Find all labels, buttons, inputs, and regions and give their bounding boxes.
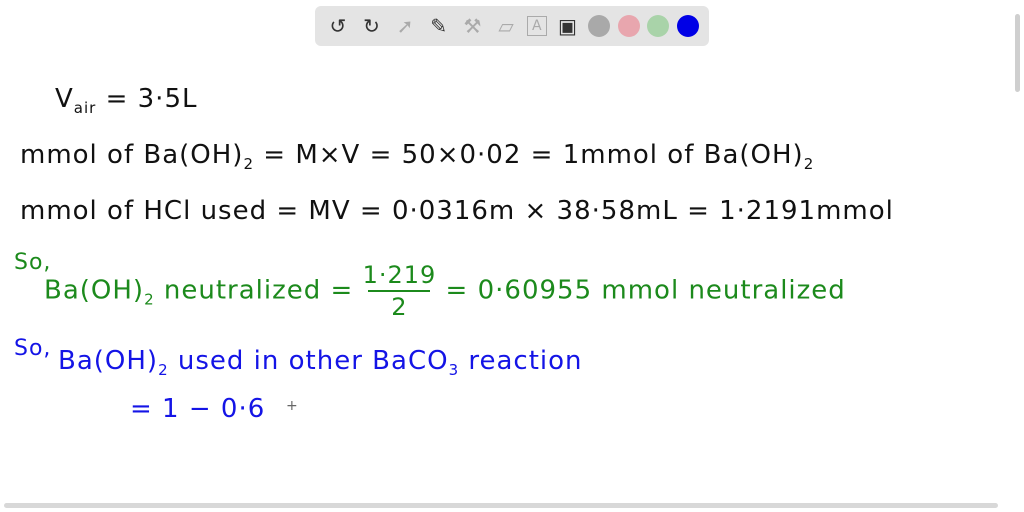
tools-icon[interactable]: ⚒ (459, 13, 485, 39)
text: = M×V = 50×0·02 = 1mmol of Ba(OH) (254, 140, 804, 170)
text: 2 (144, 290, 155, 309)
text: 2 (243, 155, 254, 174)
note-line-hcl-mmol: mmol of HCl used = MV = 0·0316m × 38·58m… (20, 196, 894, 226)
color-blue-button[interactable] (677, 15, 700, 37)
text: Ba(OH) (58, 346, 159, 376)
text: = 0·60955 mmol neutralized (436, 275, 846, 306)
numerator: 1·219 (362, 261, 437, 289)
text-box-icon[interactable]: A (526, 16, 547, 36)
note-line-baoh2-mmol: mmol of Ba(OH)2 = M×V = 50×0·02 = 1mmol … (20, 140, 814, 173)
text: 3 (448, 361, 460, 380)
note-so-blue: So, (14, 336, 52, 361)
crosshair-cursor-icon: + (286, 398, 299, 414)
vertical-scrollbar[interactable] (1015, 14, 1020, 92)
text: neutralized = (154, 275, 363, 306)
note-line-subtraction: = 1 − 0·6 (130, 394, 266, 424)
horizontal-scrollbar[interactable] (4, 503, 998, 508)
select-cursor-icon[interactable]: ➚ (392, 13, 418, 39)
text: Ba(OH) (44, 275, 145, 306)
pencil-icon[interactable]: ✎ (426, 13, 452, 39)
color-gray-button[interactable] (588, 15, 611, 37)
note-line-used: Ba(OH)2 used in other BaCO3 reaction (58, 346, 583, 379)
text: V (55, 84, 74, 114)
denominator: 2 (391, 293, 408, 321)
fraction: 1·219 2 (363, 260, 437, 322)
text: mmol of Ba(OH) (20, 140, 244, 170)
redo-icon[interactable]: ↻ (358, 13, 384, 39)
note-line-volume: Vair = 3·5L (55, 84, 197, 117)
text: reaction (459, 346, 583, 376)
image-icon[interactable]: ▣ (554, 13, 580, 39)
text: 2 (158, 361, 169, 380)
eraser-icon[interactable]: ▱ (493, 13, 519, 39)
color-pink-button[interactable] (617, 15, 640, 37)
text: = 3·5L (96, 84, 198, 114)
note-line-neutralized: Ba(OH)2 neutralized = 1·219 2 = 0·60955 m… (44, 260, 846, 322)
text: air (73, 99, 97, 118)
text: used in other BaCO (168, 346, 449, 376)
drawing-toolbar: ↺ ↻ ➚ ✎ ⚒ ▱ A ▣ (315, 6, 709, 46)
text: 2 (803, 155, 815, 174)
undo-icon[interactable]: ↺ (325, 13, 351, 39)
color-green-button[interactable] (647, 15, 670, 37)
